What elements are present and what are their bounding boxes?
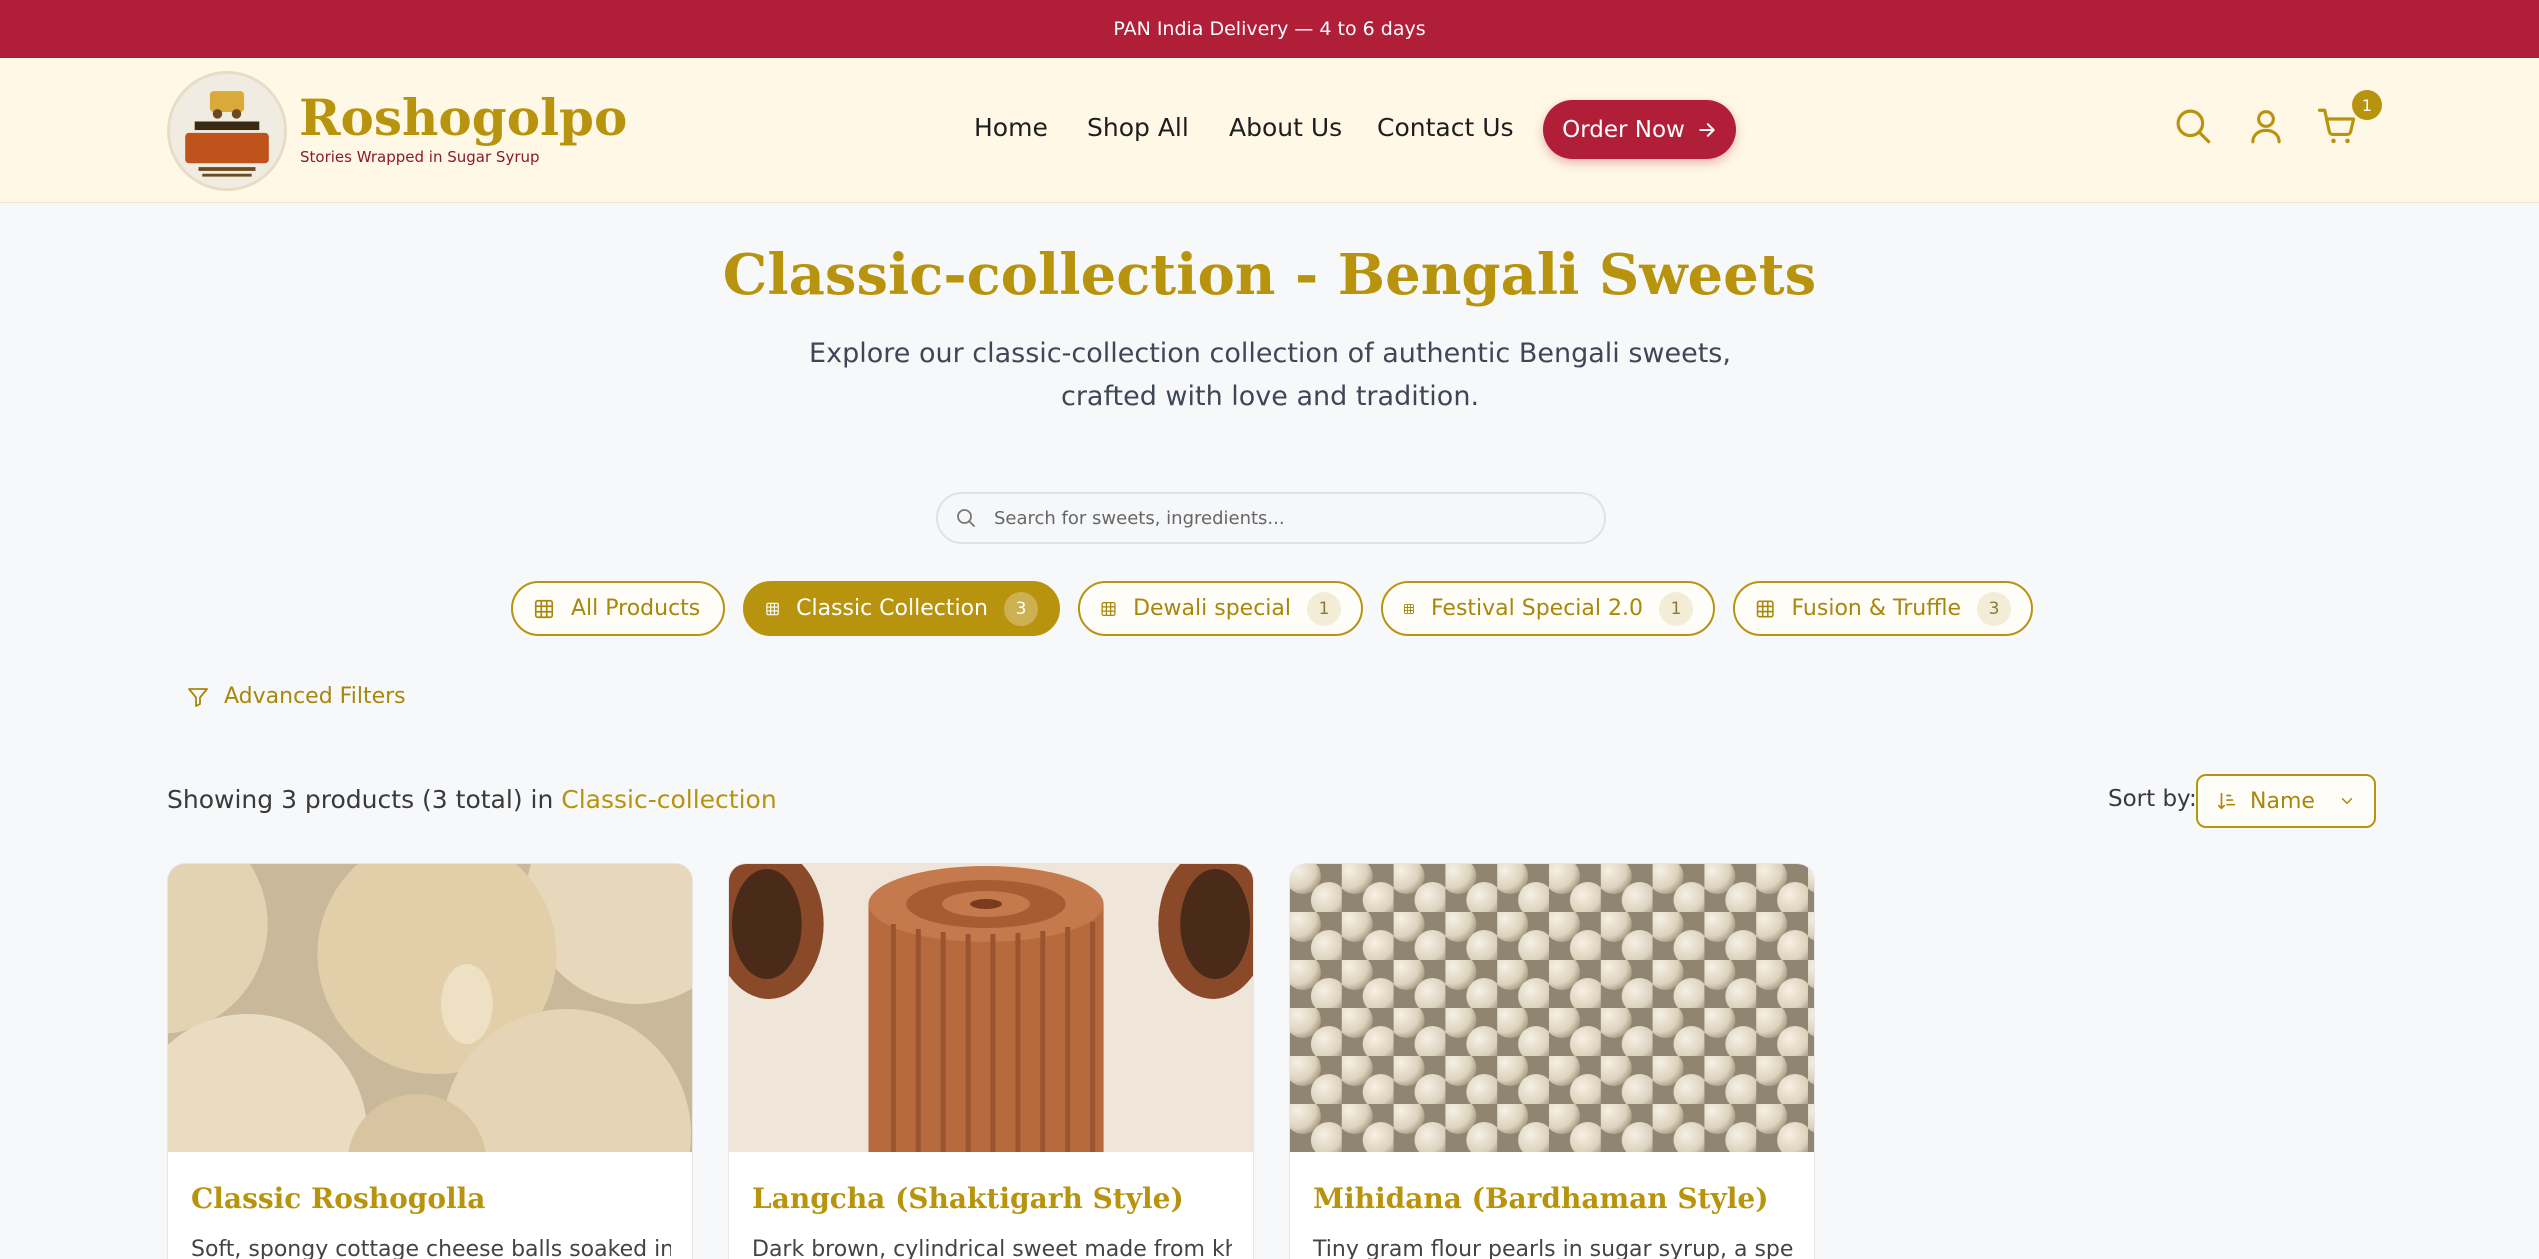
announcement-text: PAN India Delivery — 4 to 6 days (1113, 18, 1426, 40)
cart-count-badge: 1 (2352, 90, 2382, 120)
cart-icon[interactable] (2316, 105, 2358, 147)
results-count-text: Showing 3 products (3 total) in (167, 785, 562, 814)
product-image (1290, 864, 1814, 1152)
search-icon[interactable] (2172, 105, 2214, 147)
grid-icon (1404, 603, 1414, 614)
advanced-filters-toggle[interactable]: Advanced Filters (186, 684, 406, 709)
nav-about-us[interactable]: About Us (1229, 113, 1342, 143)
product-card-mihidana[interactable]: Mihidana (Bardhaman Style) Tiny gram flo… (1289, 863, 1815, 1259)
brand-tagline: Stories Wrapped in Sugar Syrup (300, 148, 540, 166)
product-card-langcha[interactable]: Langcha (Shaktigarh Style) Dark brown, c… (728, 863, 1254, 1259)
product-description: Dark brown, cylindrical sweet made from … (752, 1237, 1232, 1259)
announcement-bar: PAN India Delivery — 4 to 6 days (0, 0, 2539, 58)
product-title: Mihidana (Bardhaman Style) (1313, 1182, 1769, 1215)
filter-icon (188, 687, 208, 707)
category-chip-label: All Products (571, 596, 701, 621)
category-chip-fusion-truffle[interactable]: Fusion & Truffle 3 (1733, 581, 2033, 636)
logo-emblem-icon (170, 74, 284, 188)
category-chip-festival-special[interactable]: Festival Special 2.0 1 (1381, 581, 1715, 636)
product-title: Langcha (Shaktigarh Style) (752, 1182, 1184, 1215)
grid-icon (766, 602, 779, 615)
category-count-badge: 1 (1307, 591, 1341, 626)
site-header: Roshogolpo Stories Wrapped in Sugar Syru… (0, 58, 2539, 203)
search-input[interactable] (994, 507, 1574, 529)
sort-dropdown[interactable]: Name (2196, 774, 2376, 828)
grid-icon (534, 599, 554, 618)
nav-shop-all[interactable]: Shop All (1087, 113, 1189, 143)
page-subtitle: Explore our classic-collection collectio… (809, 338, 1731, 412)
sort-label: Sort by: (2108, 786, 2197, 812)
product-card-classic-roshogolla[interactable]: Classic Roshogolla Soft, spongy cottage … (167, 863, 693, 1259)
product-description: Soft, spongy cottage cheese balls soaked… (191, 1237, 671, 1259)
arrow-right-icon (1699, 122, 1715, 137)
category-count-badge: 3 (1977, 591, 2011, 626)
category-chip-label: Fusion & Truffle (1791, 596, 1961, 621)
category-count-badge: 3 (1004, 591, 1038, 626)
advanced-filters-label: Advanced Filters (224, 684, 406, 709)
category-chip-label: Classic Collection (796, 596, 988, 621)
category-count-badge: 1 (1659, 591, 1693, 626)
product-description: Tiny gram flour pearls in sugar syrup, a… (1313, 1237, 1793, 1259)
category-chip-dewali-special[interactable]: Dewali special 1 (1078, 581, 1363, 636)
product-title: Classic Roshogolla (191, 1182, 486, 1215)
product-image (729, 864, 1253, 1152)
results-summary: Showing 3 products (3 total) in Classic-… (167, 785, 777, 814)
order-now-label: Order Now (1562, 116, 1685, 143)
category-chip-label: Dewali special (1133, 596, 1291, 621)
category-chip-classic-collection[interactable]: Classic Collection 3 (743, 581, 1060, 636)
sort-value: Name (2250, 788, 2315, 814)
chevron-down-icon (2341, 798, 2353, 804)
product-search-bar[interactable] (936, 492, 1606, 544)
search-icon (957, 509, 975, 527)
nav-contact-us[interactable]: Contact Us (1377, 113, 1514, 143)
grid-icon (1756, 600, 1774, 617)
nav-home[interactable]: Home (974, 113, 1048, 143)
product-image (168, 864, 692, 1152)
brand-logo[interactable] (167, 71, 287, 191)
category-chip-label: Festival Special 2.0 (1430, 596, 1643, 621)
sort-ascending-icon (2217, 792, 2236, 810)
page-title: Classic-collection - Bengali Sweets (722, 242, 1817, 308)
category-chip-all-products[interactable]: All Products (511, 581, 725, 636)
grid-icon (1101, 601, 1116, 616)
order-now-button[interactable]: Order Now (1543, 100, 1736, 159)
results-category: Classic-collection (561, 785, 777, 814)
brand-name[interactable]: Roshogolpo (299, 90, 627, 146)
user-icon[interactable] (2245, 105, 2287, 147)
